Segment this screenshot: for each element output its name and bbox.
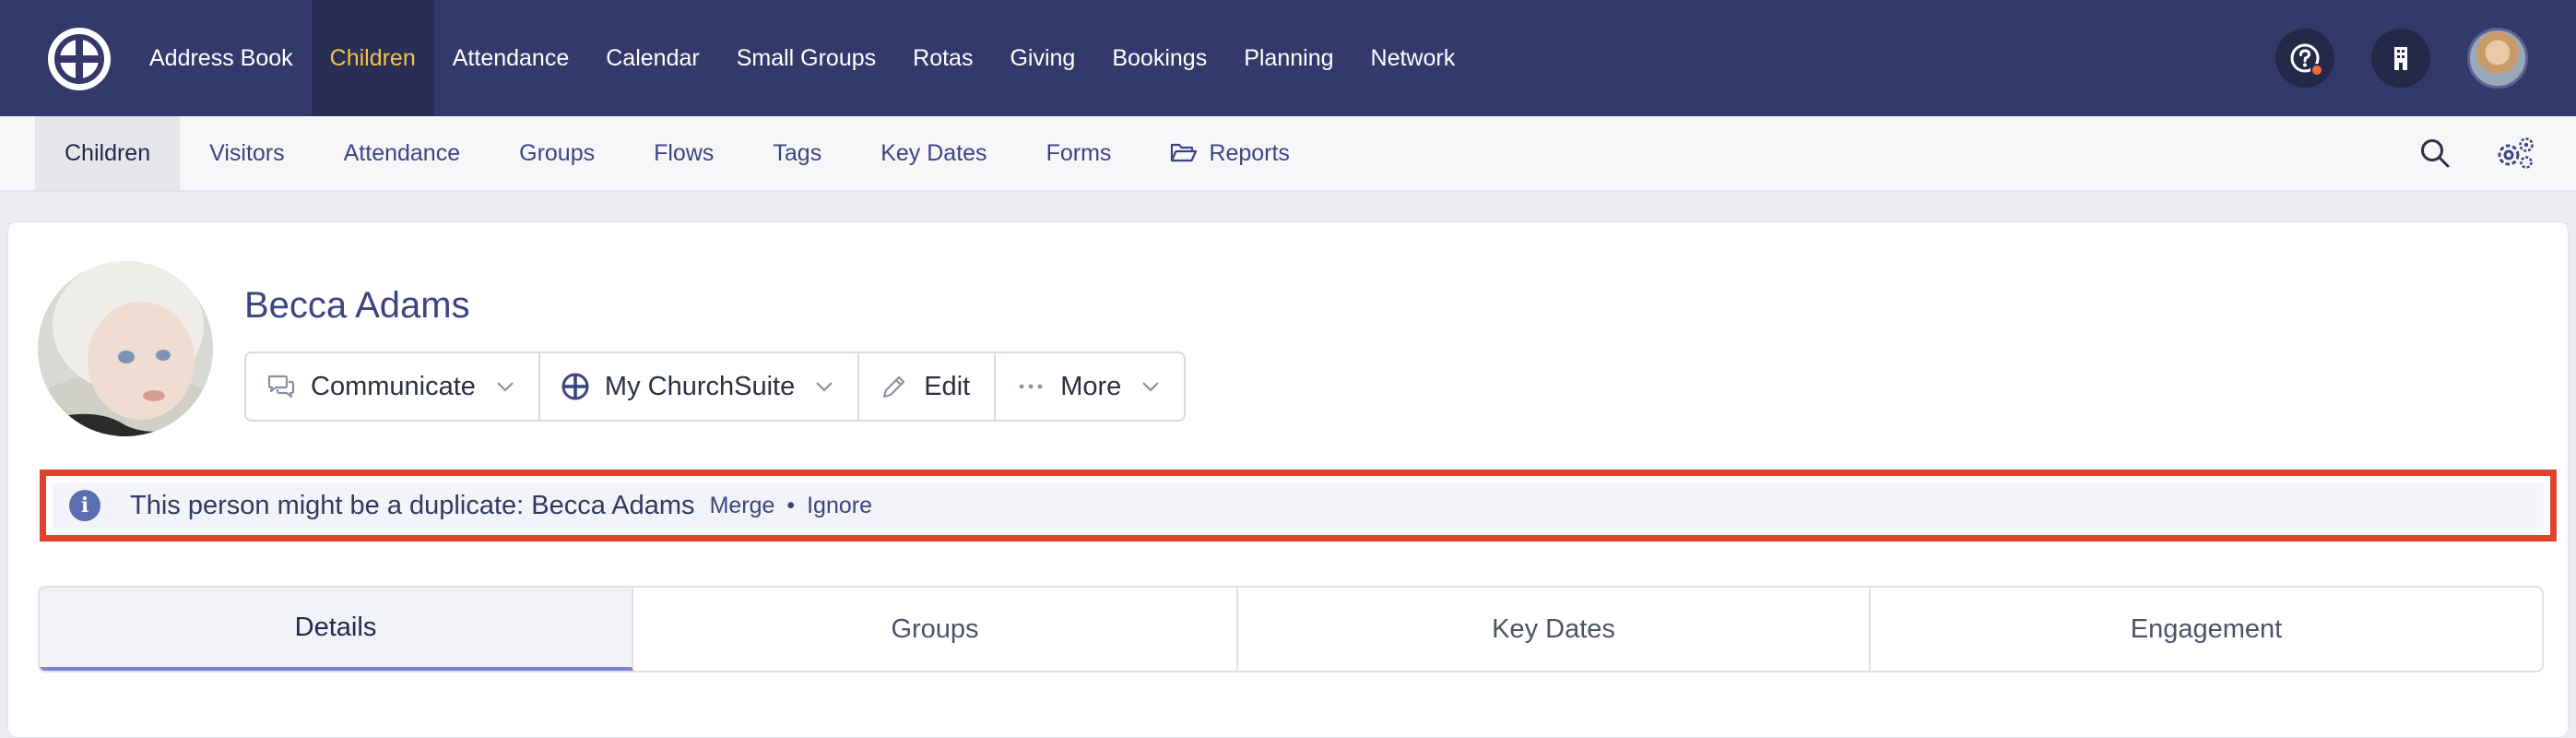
link-separator: •	[786, 492, 796, 518]
duplicate-alert-message: This person might be a duplicate: Becca …	[130, 490, 695, 520]
topnav-item-bookings[interactable]: Bookings	[1093, 0, 1225, 116]
chevron-down-icon	[1142, 382, 1160, 392]
sub-navigation-tools	[2419, 116, 2535, 190]
search-icon	[2421, 139, 2450, 168]
duplicate-alert: i This person might be a duplicate: Becc…	[53, 482, 2544, 529]
ignore-link[interactable]: Ignore	[807, 493, 872, 518]
person-profile-card: Becca Adams Communicate My ChurchSuite E…	[7, 221, 2569, 738]
duplicate-alert-highlight: i This person might be a duplicate: Becc…	[40, 470, 2557, 542]
topnav-item-rotas[interactable]: Rotas	[894, 0, 991, 116]
edit-button[interactable]: Edit	[859, 353, 997, 420]
tab-engagement[interactable]: Engagement	[1871, 588, 2542, 671]
subnav-item-attendance[interactable]: Attendance	[314, 116, 490, 190]
settings-button[interactable]	[2495, 137, 2535, 170]
pencil-icon	[883, 375, 905, 399]
churchsuite-logo-icon[interactable]	[48, 28, 111, 90]
topnav-item-planning[interactable]: Planning	[1225, 0, 1352, 116]
top-navigation-menu: Address Book Children Attendance Calenda…	[131, 0, 1473, 116]
subnav-item-visitors[interactable]: Visitors	[180, 116, 314, 190]
ellipsis-icon	[1019, 384, 1043, 389]
communicate-button[interactable]: Communicate	[246, 353, 540, 420]
my-churchsuite-label: My ChurchSuite	[604, 371, 796, 401]
tab-groups[interactable]: Groups	[633, 588, 1238, 671]
topnav-item-giving[interactable]: Giving	[991, 0, 1093, 116]
subnav-item-children[interactable]: Children	[35, 116, 181, 190]
chat-icon	[267, 375, 295, 399]
sub-navigation-menu: Children Visitors Attendance Groups Flow…	[35, 116, 1319, 190]
churchsuite-icon	[561, 373, 589, 400]
duplicate-alert-actions: Merge • Ignore	[710, 493, 872, 519]
building-icon	[2394, 47, 2407, 70]
settings-icon	[2498, 137, 2534, 169]
topnav-item-calendar[interactable]: Calendar	[587, 0, 717, 116]
notification-dot	[2310, 64, 2323, 77]
profile-actions: Communicate My ChurchSuite Edit More	[244, 351, 1187, 422]
tab-details[interactable]: Details	[40, 588, 633, 671]
subnav-item-key-dates[interactable]: Key Dates	[851, 116, 1016, 190]
subnav-item-reports-label: Reports	[1209, 139, 1290, 166]
chevron-down-icon	[816, 382, 833, 392]
chevron-down-icon	[497, 382, 514, 392]
tab-key-dates[interactable]: Key Dates	[1238, 588, 1871, 671]
help-button[interactable]	[2275, 29, 2334, 88]
info-icon: i	[69, 490, 100, 521]
topnav-item-attendance[interactable]: Attendance	[434, 0, 588, 116]
topnav-item-address-book[interactable]: Address Book	[131, 0, 312, 116]
topnav-item-children[interactable]: Children	[311, 0, 434, 116]
subnav-item-reports[interactable]: Reports	[1140, 116, 1319, 190]
user-avatar[interactable]	[2467, 28, 2528, 89]
merge-link[interactable]: Merge	[710, 493, 775, 518]
communicate-label: Communicate	[311, 371, 476, 401]
profile-tabs: Details Groups Key Dates Engagement	[38, 586, 2544, 673]
folder-open-icon	[1171, 143, 1198, 162]
more-button[interactable]: More	[996, 353, 1184, 420]
sub-navigation-bar: Children Visitors Attendance Groups Flow…	[0, 116, 2576, 192]
profile-photo[interactable]	[38, 261, 213, 436]
top-navigation-bar: Address Book Children Attendance Calenda…	[0, 0, 2576, 116]
search-button[interactable]	[2419, 137, 2451, 169]
more-label: More	[1060, 371, 1122, 401]
topnav-item-network[interactable]: Network	[1353, 0, 1474, 116]
subnav-item-flows[interactable]: Flows	[624, 116, 743, 190]
my-churchsuite-button[interactable]: My ChurchSuite	[540, 353, 860, 420]
subnav-item-tags[interactable]: Tags	[743, 116, 851, 190]
top-right-tools	[2275, 28, 2528, 89]
edit-label: Edit	[924, 371, 971, 401]
organisation-button[interactable]	[2371, 29, 2430, 88]
person-name: Becca Adams	[244, 285, 470, 326]
subnav-item-groups[interactable]: Groups	[490, 116, 624, 190]
subnav-item-forms[interactable]: Forms	[1017, 116, 1141, 190]
topnav-item-small-groups[interactable]: Small Groups	[718, 0, 894, 116]
